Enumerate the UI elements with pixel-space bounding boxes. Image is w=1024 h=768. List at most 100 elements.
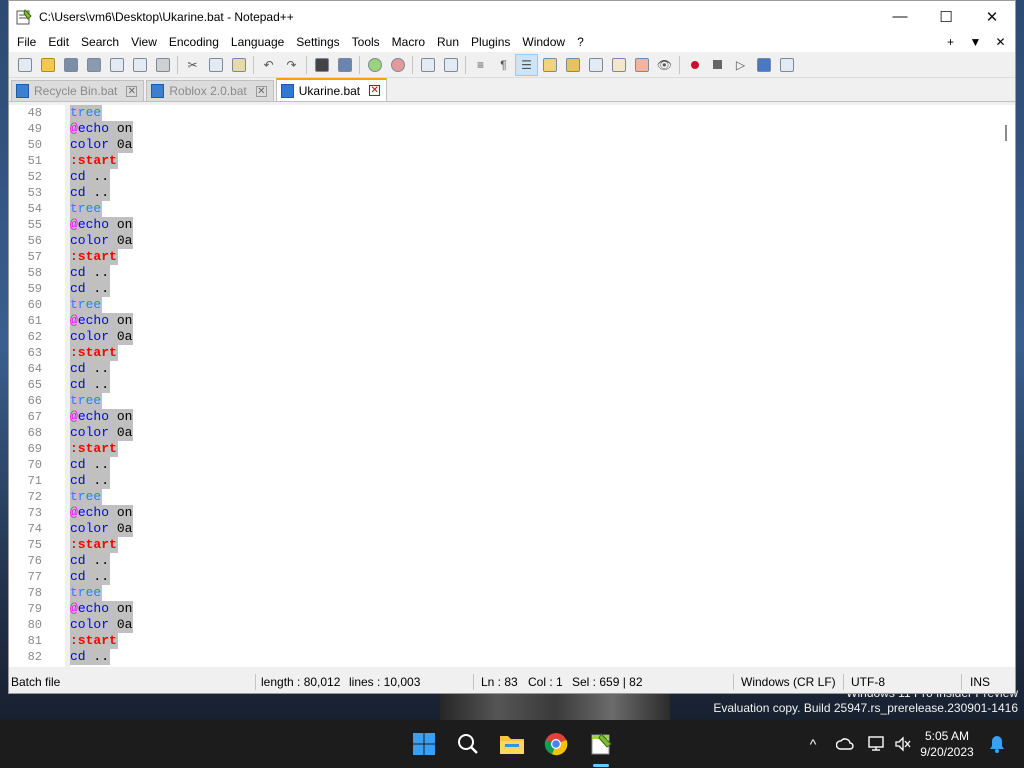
print-icon[interactable]: [151, 54, 174, 76]
document-map-icon[interactable]: [561, 54, 584, 76]
line-number: 54: [27, 202, 42, 216]
clock[interactable]: 5:05 AM 9/20/2023: [912, 728, 982, 760]
code-text: tree: [70, 489, 103, 505]
cut-icon[interactable]: ✂: [181, 54, 204, 76]
onedrive-icon[interactable]: [834, 720, 856, 768]
document-list-icon[interactable]: [584, 54, 607, 76]
line-number: 79: [27, 602, 42, 616]
monitoring-eye-icon[interactable]: 👁: [653, 54, 676, 76]
menu-encoding[interactable]: Encoding: [163, 32, 225, 52]
menu-file[interactable]: File: [11, 32, 42, 52]
file-explorer-button[interactable]: [496, 728, 528, 760]
menu-search[interactable]: Search: [75, 32, 125, 52]
status-eol[interactable]: Windows (CR LF): [741, 671, 836, 693]
tab-recycle-bin[interactable]: Recycle Bin.bat ✕: [11, 80, 145, 101]
code-text: cd ..: [70, 473, 111, 489]
show-all-characters-icon[interactable]: ¶: [492, 54, 515, 76]
save-all-icon[interactable]: [82, 54, 105, 76]
code-token: :start: [70, 249, 117, 264]
line-number: 59: [27, 282, 42, 296]
menu-plugins[interactable]: Plugins: [465, 32, 516, 52]
status-bar: Batch file length : 80,012 lines : 10,00…: [9, 671, 1015, 693]
new-tab-button[interactable]: +: [938, 32, 963, 52]
save-macro-icon[interactable]: [775, 54, 798, 76]
status-encoding[interactable]: UTF-8: [851, 671, 885, 693]
zoom-out-icon[interactable]: [386, 54, 409, 76]
close-button[interactable]: ✕: [969, 1, 1015, 32]
code-token: on: [109, 217, 133, 232]
replace-icon[interactable]: [333, 54, 356, 76]
start-button[interactable]: [408, 728, 440, 760]
tab-close-icon[interactable]: ✕: [369, 85, 381, 96]
new-file-icon[interactable]: [13, 54, 36, 76]
sync-horizontal-scroll-icon[interactable]: [439, 54, 462, 76]
folder-as-workspace-icon[interactable]: [630, 54, 653, 76]
tab-ukarine[interactable]: Ukarine.bat ✕: [275, 78, 388, 101]
status-insert-mode[interactable]: INS: [970, 671, 990, 693]
menu-language[interactable]: Language: [225, 32, 290, 52]
menu-window[interactable]: Window: [516, 32, 571, 52]
menu-settings[interactable]: Settings: [290, 32, 345, 52]
network-icon[interactable]: [866, 720, 888, 768]
indent-guide-icon[interactable]: ☰: [515, 53, 538, 76]
notification-bell-icon[interactable]: [986, 720, 1008, 768]
open-file-icon[interactable]: [36, 54, 59, 76]
find-icon[interactable]: [310, 54, 333, 76]
tab-list-dropdown-button[interactable]: ▼: [963, 32, 988, 52]
close-all-icon[interactable]: [128, 54, 151, 76]
title-bar[interactable]: C:\Users\vm6\Desktop\Ukarine.bat - Notep…: [9, 1, 1015, 32]
zoom-in-icon[interactable]: [363, 54, 386, 76]
close-file-icon[interactable]: [105, 54, 128, 76]
tab-close-icon[interactable]: ✕: [255, 85, 267, 97]
stop-macro-icon[interactable]: [706, 54, 729, 76]
undo-icon[interactable]: ↶: [257, 54, 280, 76]
volume-muted-icon[interactable]: [892, 720, 914, 768]
paste-icon[interactable]: [227, 54, 250, 76]
file-icon: [151, 84, 165, 98]
menu-run[interactable]: Run: [431, 32, 465, 52]
function-list-icon[interactable]: [607, 54, 630, 76]
close-document-button[interactable]: ✕: [988, 32, 1013, 52]
code-token: 0a: [109, 137, 133, 152]
search-button[interactable]: [452, 728, 484, 760]
word-wrap-icon[interactable]: ≡: [469, 54, 492, 76]
copy-icon[interactable]: [204, 54, 227, 76]
save-icon[interactable]: [59, 54, 82, 76]
code-token: echo: [77, 505, 110, 520]
code-token: cd: [70, 281, 86, 296]
code-token: on: [109, 505, 133, 520]
line-number: 75: [27, 538, 42, 552]
run-macro-multiple-icon[interactable]: [752, 54, 775, 76]
sync-vertical-scroll-icon[interactable]: [416, 54, 439, 76]
redo-icon[interactable]: ↷: [280, 54, 303, 76]
text-editor[interactable]: 48 tree 49 @echo on 50 color 0a 51:start 52 cd .…: [9, 105, 1015, 667]
code-token: @: [70, 409, 78, 424]
menu-view[interactable]: View: [125, 32, 163, 52]
maximize-button[interactable]: ☐: [923, 1, 969, 32]
menu-macro[interactable]: Macro: [386, 32, 431, 52]
minimize-button[interactable]: —: [877, 1, 923, 32]
user-defined-language-icon[interactable]: [538, 54, 561, 76]
file-icon: [280, 83, 294, 98]
status-selection: Sel : 659 | 82: [572, 675, 643, 689]
line-number: 82: [27, 650, 42, 664]
tab-roblox[interactable]: Roblox 2.0.bat ✕: [146, 80, 274, 101]
notepad-plus-plus-taskbar-button[interactable]: [585, 728, 617, 760]
code-token: ..: [85, 169, 110, 184]
notepad-plus-plus-icon: [591, 733, 612, 755]
show-hidden-icons-button[interactable]: ^: [802, 720, 824, 768]
scrollbar-thumb[interactable]: [1005, 125, 1007, 141]
menu-help[interactable]: ?: [571, 32, 590, 52]
code-token: on: [109, 601, 133, 616]
code-text: :start: [70, 537, 118, 553]
play-macro-icon[interactable]: ▷: [729, 54, 752, 76]
record-macro-icon[interactable]: [683, 54, 706, 76]
code-token: ..: [85, 377, 110, 392]
chrome-button[interactable]: [540, 728, 572, 760]
status-line-number: Ln : 83: [481, 675, 518, 689]
windows-logo-icon: [413, 733, 435, 755]
menu-edit[interactable]: Edit: [42, 32, 75, 52]
vertical-scrollbar[interactable]: [998, 105, 1015, 667]
tab-close-icon[interactable]: ✕: [126, 85, 138, 97]
menu-tools[interactable]: Tools: [346, 32, 386, 52]
